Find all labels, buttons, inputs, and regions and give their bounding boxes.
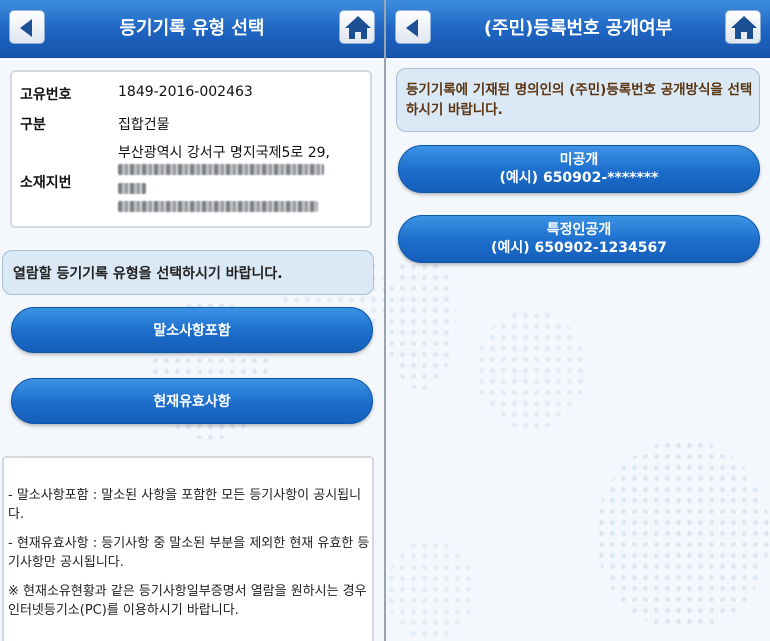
back-arrow-icon (20, 19, 32, 37)
address-line1: 부산광역시 강서구 명지국제5로 29, (118, 145, 330, 161)
back-button[interactable] (395, 10, 431, 44)
instruction-text: 열람할 등기기록 유형을 선택하시기 바랍니다. (13, 266, 283, 282)
home-button[interactable] (725, 10, 761, 44)
page-title: (주민)등록번호 공개여부 (483, 18, 673, 39)
record-type-screen: 등기기록 유형 선택 고유번호 1849-2016-002463 구분 집합건물… (0, 0, 384, 641)
background-dots-decoration (386, 250, 456, 390)
private-option-example: (예시) 650902-******* (499, 170, 659, 186)
home-button[interactable] (339, 10, 375, 44)
private-disclosure-button[interactable]: 미공개 (예시) 650902-******* (398, 145, 760, 193)
address-label: 소재지번 (20, 175, 72, 191)
category-label: 구분 (20, 117, 46, 133)
page-title: 등기기록 유형 선택 (119, 18, 265, 39)
home-icon (731, 16, 757, 39)
disclosure-instruction-text: 등기기록에 기재된 명의인의 (주민)등록번호 공개방식을 선택하시기 바랍니다… (406, 82, 753, 118)
redacted-address-line (118, 201, 318, 212)
back-button[interactable] (9, 10, 45, 44)
property-info-box: 고유번호 1849-2016-002463 구분 집합건물 소재지번 부산광역시… (10, 70, 372, 228)
category-value: 집합건물 (118, 117, 170, 133)
id-disclosure-screen: (주민)등록번호 공개여부 등기기록에 기재된 명의인의 (주민)등록번호 공개… (386, 0, 770, 641)
explanation-box: - 말소사항포함 : 말소된 사항을 포함한 모든 등기사항이 공시됩니다. -… (2, 456, 374, 641)
back-arrow-icon (406, 19, 418, 37)
current-valid-label: 현재유효사항 (153, 394, 231, 410)
note-include-cancelled: - 말소사항포함 : 말소된 사항을 포함한 모든 등기사항이 공시됩니다. (8, 488, 362, 522)
specific-option-example: (예시) 650902-1234567 (491, 240, 667, 256)
background-dots-decoration (476, 310, 586, 430)
specific-option-label: 특정인공개 (546, 222, 612, 238)
disclosure-instruction-notice: 등기기록에 기재된 명의인의 (주민)등록번호 공개방식을 선택하시기 바랍니다… (396, 68, 760, 132)
background-dots-decoration (386, 540, 476, 640)
note-current-valid: - 현재유효사항 : 등기사항 중 말소된 부분을 제외한 현재 유효한 등기사… (8, 536, 370, 570)
unique-number-label: 고유번호 (20, 87, 72, 103)
current-valid-button[interactable]: 현재유효사항 (11, 378, 373, 424)
background-dots-decoration (596, 440, 770, 630)
title-bar: 등기기록 유형 선택 (0, 0, 384, 58)
note-partial-certificate: ※ 현재소유현황과 같은 등기사항일부증명서 열람을 원하시는 경우 인터넷등기… (8, 584, 367, 618)
title-bar: (주민)등록번호 공개여부 (386, 0, 770, 58)
unique-number-value: 1849-2016-002463 (118, 84, 253, 100)
include-cancelled-label: 말소사항포함 (153, 323, 231, 339)
redacted-address-line (118, 164, 324, 175)
home-icon (345, 16, 371, 39)
private-option-label: 미공개 (559, 152, 599, 168)
include-cancelled-button[interactable]: 말소사항포함 (11, 307, 373, 353)
instruction-notice: 열람할 등기기록 유형을 선택하시기 바랍니다. (2, 250, 374, 295)
specific-disclosure-button[interactable]: 특정인공개 (예시) 650902-1234567 (398, 215, 760, 263)
redacted-address-line (118, 183, 146, 194)
